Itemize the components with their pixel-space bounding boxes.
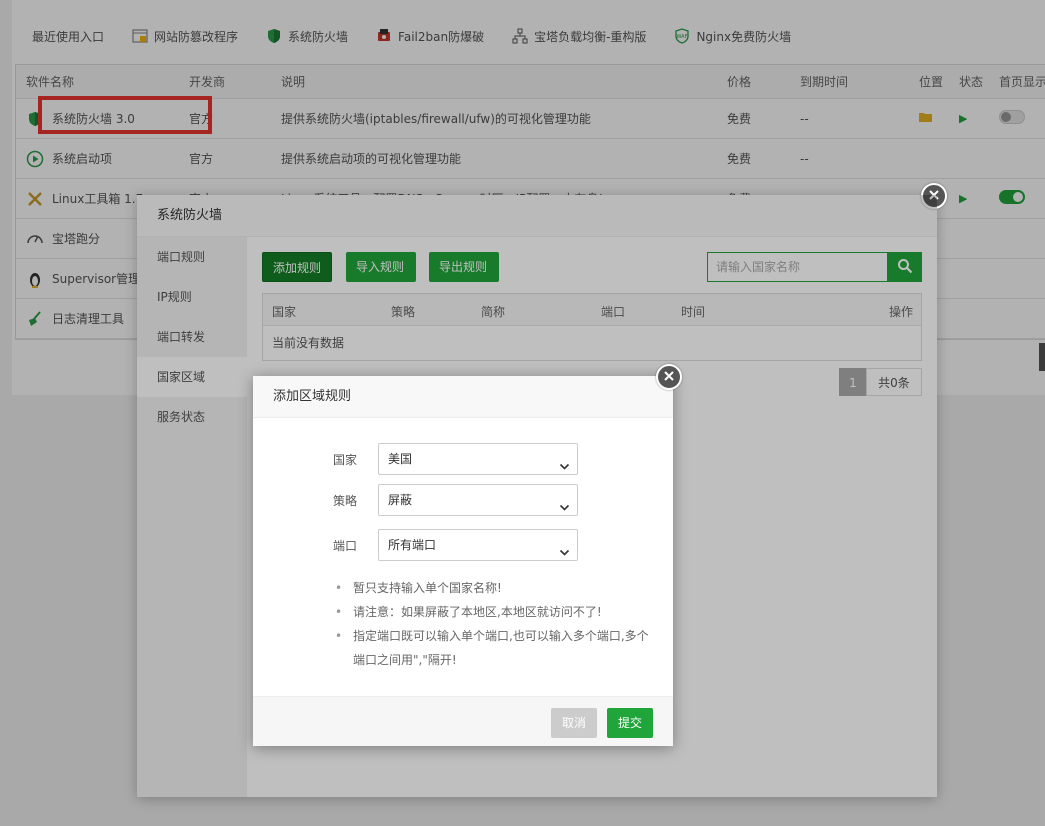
tip-item: 暂只支持输入单个国家名称! [335,576,655,600]
tip-item: 请注意：如果屏蔽了本地区,本地区就访问不了! [335,600,655,624]
chevron-down-icon [559,453,570,483]
country-select[interactable]: 美国 [378,443,578,475]
country-label: 国家 [333,452,358,467]
country-row: 国家 美国 [333,443,578,475]
chevron-down-icon [559,494,570,524]
dialog-title: 添加区域规则 [253,376,673,418]
policy-label: 策略 [333,493,358,508]
port-row: 端口 所有端口 [333,529,578,561]
country-value: 美国 [388,452,413,466]
chevron-down-icon [559,539,570,569]
tip-item: 指定端口既可以输入单个端口,也可以输入多个端口,多个端口之间用","隔开! [335,624,655,672]
policy-row: 策略 屏蔽 [333,484,578,516]
close-icon [663,370,675,385]
port-value: 所有端口 [388,538,437,552]
close-dialog-button[interactable] [656,364,682,390]
policy-value: 屏蔽 [388,493,413,507]
add-region-rule-dialog: 添加区域规则 国家 美国 策略 屏蔽 端口 所有端口 暂只支持输入单个国家名称!… [253,376,673,746]
dialog-footer: 取消 提交 [253,696,673,746]
policy-select[interactable]: 屏蔽 [378,484,578,516]
submit-button[interactable]: 提交 [607,708,654,738]
port-select[interactable]: 所有端口 [378,529,578,561]
cancel-button[interactable]: 取消 [551,708,598,738]
port-label: 端口 [333,538,358,553]
tips-list: 暂只支持输入单个国家名称! 请注意：如果屏蔽了本地区,本地区就访问不了! 指定端… [335,576,655,672]
